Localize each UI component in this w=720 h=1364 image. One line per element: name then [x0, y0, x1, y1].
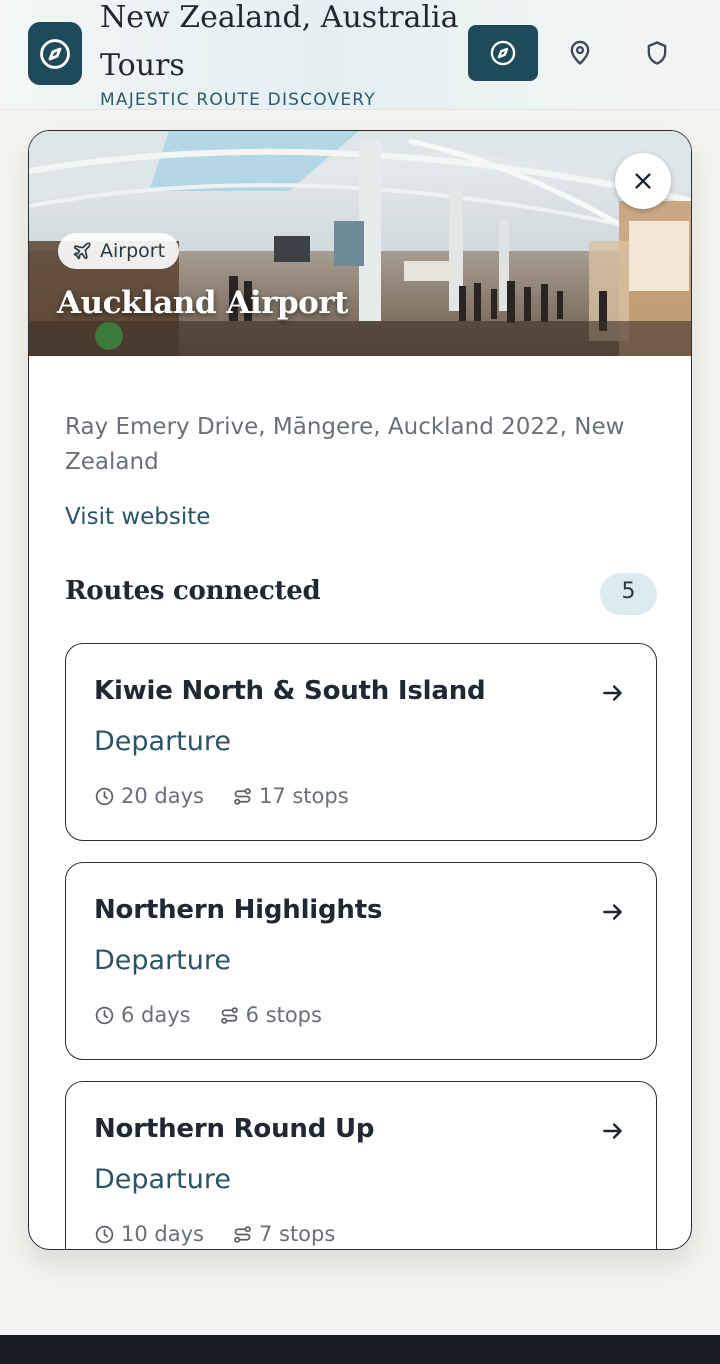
route-duration: 10 days — [121, 1222, 204, 1246]
plane-icon — [73, 242, 91, 260]
visit-website-link[interactable]: Visit website — [65, 504, 210, 530]
route-name: Kiwie North & South Island — [94, 676, 486, 706]
routes-count-badge: 5 — [600, 573, 657, 615]
route-stops: 17 stops — [258, 784, 349, 808]
place-title: Auckland Airport — [57, 285, 348, 321]
route-meta: 6 days 6 stops — [94, 1003, 322, 1027]
route-meta: 20 days 17 stops — [94, 784, 349, 808]
route-card[interactable]: Northern Highlights Departure 6 days 6 s… — [65, 862, 657, 1060]
map-pin-icon — [570, 40, 590, 65]
compass-icon — [40, 38, 70, 69]
arrow-right-icon — [603, 685, 622, 701]
route-kind: Departure — [94, 1164, 232, 1195]
arrow-right-icon — [603, 1123, 622, 1139]
nav-places-button[interactable] — [545, 25, 615, 81]
clock-icon — [95, 1006, 114, 1024]
place-type-badge: Airport — [58, 233, 180, 269]
route-stops-icon — [234, 787, 251, 805]
footer-bar — [0, 1335, 720, 1364]
route-duration: 20 days — [121, 784, 204, 808]
app-header: New Zealand, Australia Tours MAJESTIC RO… — [0, 0, 720, 110]
route-card[interactable]: Kiwie North & South Island Departure 20 … — [65, 643, 657, 841]
route-card[interactable]: Northern Round Up Departure 10 days 7 st… — [65, 1081, 657, 1249]
clock-icon — [95, 1225, 114, 1243]
route-name: Northern Round Up — [94, 1114, 375, 1144]
route-meta: 10 days 7 stops — [94, 1222, 335, 1246]
shield-icon — [647, 41, 667, 65]
nav-explore-button[interactable] — [468, 25, 538, 81]
route-name: Northern Highlights — [94, 895, 383, 925]
route-kind: Departure — [94, 945, 232, 976]
close-button[interactable] — [615, 153, 671, 209]
clock-icon — [95, 787, 114, 805]
route-stops: 6 stops — [245, 1003, 322, 1027]
nav-safety-button[interactable] — [622, 25, 692, 81]
route-kind: Departure — [94, 726, 232, 757]
place-photo: Airport Auckland Airport — [29, 131, 691, 356]
place-address: Ray Emery Drive, Māngere, Auckland 2022,… — [65, 414, 625, 475]
app-title: New Zealand, Australia Tours — [100, 0, 459, 83]
route-stops-icon — [220, 1006, 238, 1024]
arrow-right-icon — [603, 904, 622, 920]
place-type-label: Airport — [100, 240, 166, 262]
close-icon — [635, 173, 651, 189]
route-duration: 6 days — [121, 1003, 191, 1027]
route-stops-icon — [234, 1225, 251, 1243]
routes-heading: Routes connected — [65, 576, 321, 606]
compass-icon — [490, 40, 516, 66]
app-subtitle: MAJESTIC ROUTE DISCOVERY — [100, 90, 376, 110]
logo-button[interactable] — [28, 22, 82, 85]
route-stops: 7 stops — [258, 1222, 336, 1246]
place-detail-panel: Airport Auckland Airport Ray Emery Drive… — [28, 130, 692, 1250]
